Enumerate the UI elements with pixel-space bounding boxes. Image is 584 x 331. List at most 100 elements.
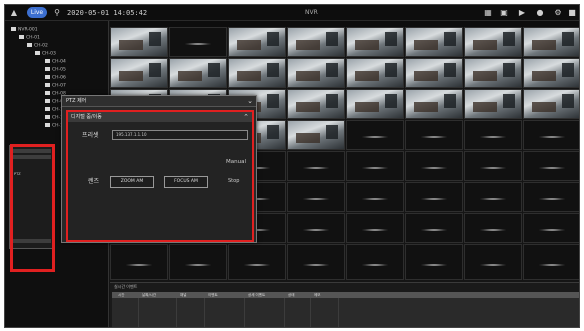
video-cell[interactable]	[287, 58, 345, 88]
video-cell[interactable]	[523, 213, 579, 243]
video-cell[interactable]	[287, 213, 345, 243]
video-cell[interactable]	[464, 213, 522, 243]
video-cell[interactable]	[405, 27, 463, 57]
video-cell[interactable]	[464, 58, 522, 88]
video-cell[interactable]	[405, 89, 463, 119]
chevron-up-icon[interactable]: ⌃	[243, 112, 249, 122]
video-cell[interactable]	[464, 89, 522, 119]
video-cell[interactable]	[405, 244, 463, 280]
stop-label[interactable]: Stop	[228, 177, 239, 185]
tree-root[interactable]: NVR-001	[11, 27, 38, 33]
video-cell[interactable]	[110, 27, 168, 57]
no-signal-glow	[480, 136, 506, 139]
section-header[interactable]: 디지털 줌/이동 ⌃	[68, 112, 252, 122]
exit-icon[interactable]: ■	[567, 8, 577, 18]
video-cell[interactable]	[464, 27, 522, 57]
no-signal-glow	[362, 229, 388, 232]
camera-icon	[27, 43, 32, 47]
preset-field[interactable]: 195.137.1.1.10	[112, 130, 248, 140]
video-cell[interactable]	[228, 58, 286, 88]
video-cell[interactable]	[228, 244, 286, 280]
camera-icon	[19, 35, 24, 39]
no-signal-glow	[421, 167, 447, 170]
video-cell[interactable]	[523, 120, 579, 150]
video-cell[interactable]	[523, 89, 579, 119]
tree-item[interactable]: CH-06	[45, 75, 66, 81]
column-divider	[204, 298, 205, 327]
tree-item[interactable]: CH-07	[45, 83, 66, 89]
video-cell[interactable]	[287, 27, 345, 57]
tree-item[interactable]: CH-04	[45, 59, 66, 65]
video-cell[interactable]	[287, 89, 345, 119]
video-cell[interactable]	[169, 58, 227, 88]
video-cell[interactable]	[405, 182, 463, 212]
ptz-dialog: PTZ 제어 ⌄ 디지털 줌/이동 ⌃ 프리셋 195.137.1.1.10 M…	[61, 95, 257, 243]
settings-icon[interactable]: ⚙	[553, 8, 563, 18]
zoom-button[interactable]: ZOOM AM	[110, 176, 154, 188]
video-cell[interactable]	[464, 120, 522, 150]
video-cell[interactable]	[464, 244, 522, 280]
tree-item-label: CH-05	[52, 67, 66, 73]
video-cell[interactable]	[287, 182, 345, 212]
search-icon[interactable]: ⚲	[52, 8, 62, 18]
chevron-down-icon[interactable]: ⌄	[247, 97, 253, 106]
tree-item[interactable]: CH-05	[45, 67, 66, 73]
camera-icon	[45, 59, 50, 63]
no-signal-glow	[421, 198, 447, 201]
no-signal-glow	[480, 229, 506, 232]
video-cell[interactable]	[228, 27, 286, 57]
monitor-icon[interactable]: ▣	[499, 8, 509, 18]
live-tab[interactable]: Live	[27, 7, 47, 18]
folder-icon	[11, 27, 16, 31]
video-cell[interactable]	[346, 182, 404, 212]
tree-item-label: CH-01	[26, 35, 40, 41]
video-cell[interactable]	[523, 151, 579, 181]
video-cell[interactable]	[523, 182, 579, 212]
person-icon[interactable]: ▲	[9, 8, 19, 18]
video-cell[interactable]	[346, 120, 404, 150]
video-cell[interactable]	[405, 213, 463, 243]
event-log-table[interactable]	[112, 298, 579, 327]
lens-label: 렌즈	[88, 178, 100, 185]
video-cell[interactable]	[346, 151, 404, 181]
video-cell[interactable]	[346, 213, 404, 243]
tree-item[interactable]: CH-02	[27, 43, 48, 49]
video-cell[interactable]	[346, 244, 404, 280]
video-cell[interactable]	[110, 58, 168, 88]
video-cell[interactable]	[464, 182, 522, 212]
video-cell[interactable]	[169, 244, 227, 280]
focus-button[interactable]: FOCUS AM	[164, 176, 208, 188]
video-cell[interactable]	[287, 120, 345, 150]
tree-item-label: CH-04	[52, 59, 66, 65]
no-signal-glow	[362, 136, 388, 139]
video-cell[interactable]	[464, 151, 522, 181]
layout-icon[interactable]: ▦	[483, 8, 493, 18]
capture-icon[interactable]: ▶	[517, 8, 527, 18]
tree-item[interactable]: CH-01	[19, 35, 40, 41]
video-cell[interactable]	[523, 27, 579, 57]
camera-icon	[45, 83, 50, 87]
event-log-title: 실시간 이벤트	[114, 284, 138, 289]
video-cell[interactable]	[346, 58, 404, 88]
video-cell[interactable]	[523, 244, 579, 280]
ptz-dialog-header[interactable]: PTZ 제어 ⌄	[62, 96, 256, 107]
video-cell[interactable]	[523, 58, 579, 88]
video-cell[interactable]	[287, 244, 345, 280]
tree-item-label: CH-02	[34, 43, 48, 49]
video-cell[interactable]	[346, 89, 404, 119]
video-cell[interactable]	[405, 58, 463, 88]
video-cell[interactable]	[405, 151, 463, 181]
no-signal-glow	[480, 198, 506, 201]
tree-item[interactable]: CH-03	[35, 51, 56, 57]
camera-icon	[35, 51, 40, 55]
event-log-panel: 실시간 이벤트 시간 날짜/시간 채널 이벤트 상세 이벤트 상태 메모	[110, 282, 579, 327]
no-signal-glow	[539, 263, 565, 266]
record-icon[interactable]: ●	[535, 8, 545, 18]
video-cell[interactable]	[346, 27, 404, 57]
column-divider	[284, 298, 285, 327]
section-title: 디지털 줌/이동	[71, 114, 102, 120]
video-cell[interactable]	[405, 120, 463, 150]
video-cell[interactable]	[169, 27, 227, 57]
video-cell[interactable]	[110, 244, 168, 280]
video-cell[interactable]	[287, 151, 345, 181]
